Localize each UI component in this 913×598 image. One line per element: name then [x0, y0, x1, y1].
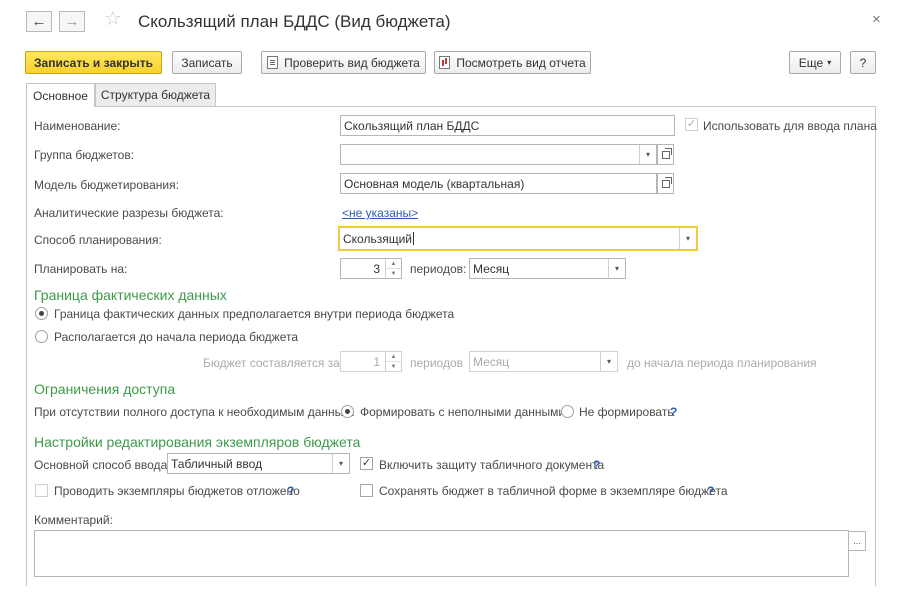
help-button[interactable]: ? — [850, 51, 876, 74]
deferred-posting-label: Проводить экземпляры бюджетов отложено — [54, 484, 300, 498]
more-button[interactable]: Еще ▾ — [789, 51, 841, 74]
access-heading: Ограничения доступа — [34, 381, 176, 397]
view-report-button[interactable]: Посмотреть вид отчета — [434, 51, 591, 74]
fact-border-before-label: Располагается до начала периода бюджета — [54, 330, 299, 344]
tab-main[interactable]: Основное — [26, 83, 95, 107]
access-partial-label: Формировать с неполными данными — [360, 405, 566, 419]
save-button[interactable]: Записать — [172, 51, 242, 74]
periods-label: периодов: — [410, 262, 467, 276]
input-method-select[interactable]: Табличный ввод ▾ — [167, 453, 350, 474]
compiled-for-stepper: 1 ▲ ▼ — [340, 351, 402, 372]
budget-group-label: Группа бюджетов: — [34, 148, 135, 162]
dropdown-icon[interactable]: ▾ — [679, 228, 696, 249]
protect-table-checkbox[interactable]: ✓ — [360, 457, 373, 470]
back-button[interactable]: ← — [26, 11, 52, 32]
open-icon — [661, 147, 672, 159]
fact-border-heading: Граница фактических данных — [34, 287, 227, 303]
arrow-right-icon: → — [64, 13, 80, 30]
checkmark-icon: ✓ — [361, 457, 372, 469]
editing-heading: Настройки редактирования экземпляров бюд… — [34, 434, 361, 450]
budget-group-select[interactable]: ▾ — [340, 144, 657, 165]
period-select[interactable]: Месяц ▾ — [469, 258, 626, 279]
spin-down-icon: ▼ — [390, 363, 397, 370]
spin-up-icon[interactable]: ▲ — [386, 259, 401, 269]
open-budget-model-button[interactable] — [657, 173, 674, 194]
access-partial-radio[interactable] — [341, 405, 354, 418]
stepper-buttons: ▲ ▼ — [385, 352, 401, 371]
protect-help-icon[interactable]: ? — [593, 458, 600, 472]
save-table-form-label: Сохранять бюджет в табличной форме в экз… — [379, 484, 728, 498]
protect-table-label: Включить защиту табличного документа — [379, 458, 605, 472]
deferred-help-icon[interactable]: ? — [287, 484, 294, 498]
comment-textarea[interactable] — [34, 530, 849, 577]
planning-method-select[interactable]: Скользящий ▾ — [338, 226, 698, 251]
use-for-plan-label: Использовать для ввода плана — [703, 119, 877, 133]
name-label: Наименование: — [34, 119, 121, 133]
compiled-period-select: Месяц ▾ — [469, 351, 618, 372]
dropdown-icon[interactable]: ▾ — [639, 145, 656, 164]
analytic-cuts-label: Аналитические разрезы бюджета: — [34, 206, 224, 220]
save-and-close-button[interactable]: Записать и закрыть — [25, 51, 162, 74]
check-budget-view-button[interactable]: Проверить вид бюджета — [261, 51, 426, 74]
close-icon[interactable]: × — [872, 11, 881, 28]
arrow-left-icon: ← — [31, 13, 47, 30]
before-start-label: до начала периода планирования — [627, 356, 817, 370]
comment-label: Комментарий: — [34, 513, 113, 527]
deferred-posting-checkbox[interactable] — [35, 484, 48, 497]
chevron-down-icon: ▾ — [827, 58, 832, 67]
compiled-for-label: Бюджет составляется за: — [203, 356, 344, 370]
fact-border-before-radio[interactable] — [35, 330, 48, 343]
analytic-cuts-link[interactable]: <не указаны> — [342, 206, 418, 220]
stepper-buttons[interactable]: ▲ ▼ — [385, 259, 401, 278]
spin-up-icon: ▲ — [386, 352, 401, 362]
text-cursor — [413, 232, 414, 245]
access-help-icon[interactable]: ? — [670, 405, 677, 419]
tab-budget-structure[interactable]: Структура бюджета — [95, 83, 216, 106]
budget-model-label: Модель бюджетирования: — [34, 178, 179, 192]
spin-down-icon[interactable]: ▼ — [386, 269, 401, 278]
name-input[interactable]: Скользящий план БДДС — [340, 115, 675, 136]
access-none-radio[interactable] — [561, 405, 574, 418]
dropdown-icon[interactable]: ▾ — [608, 259, 625, 278]
comment-more-button[interactable]: ... — [848, 531, 866, 551]
checkmark-icon: ✓ — [686, 118, 697, 130]
fact-border-inside-label: Граница фактических данных предполагаетс… — [54, 307, 455, 321]
compiled-periods-label: периодов — [410, 356, 464, 370]
budget-model-input[interactable]: Основная модель (квартальная) — [340, 173, 657, 194]
check-document-icon — [267, 56, 279, 69]
page-title: Скользящий план БДДС (Вид бюджета) — [138, 12, 451, 31]
report-icon — [439, 56, 451, 69]
save-table-help-icon[interactable]: ? — [707, 484, 714, 498]
save-table-form-checkbox[interactable] — [360, 484, 373, 497]
open-icon — [661, 176, 672, 188]
dropdown-icon[interactable]: ▾ — [332, 454, 349, 473]
planning-method-label: Способ планирования: — [34, 233, 162, 247]
access-none-label: Не формировать — [579, 405, 674, 419]
input-method-label: Основной способ ввода: — [34, 458, 171, 472]
use-for-plan-checkbox[interactable]: ✓ — [685, 118, 698, 131]
open-budget-group-button[interactable] — [657, 144, 674, 165]
access-label: При отсутствии полного доступа к необход… — [34, 405, 355, 419]
star-icon[interactable]: ☆ — [104, 9, 122, 29]
plan-for-stepper[interactable]: 3 ▲ ▼ — [340, 258, 402, 279]
fact-border-inside-radio[interactable] — [35, 307, 48, 320]
dropdown-icon: ▾ — [600, 352, 617, 371]
plan-for-label: Планировать на: — [34, 262, 128, 276]
forward-button[interactable]: → — [59, 11, 85, 32]
